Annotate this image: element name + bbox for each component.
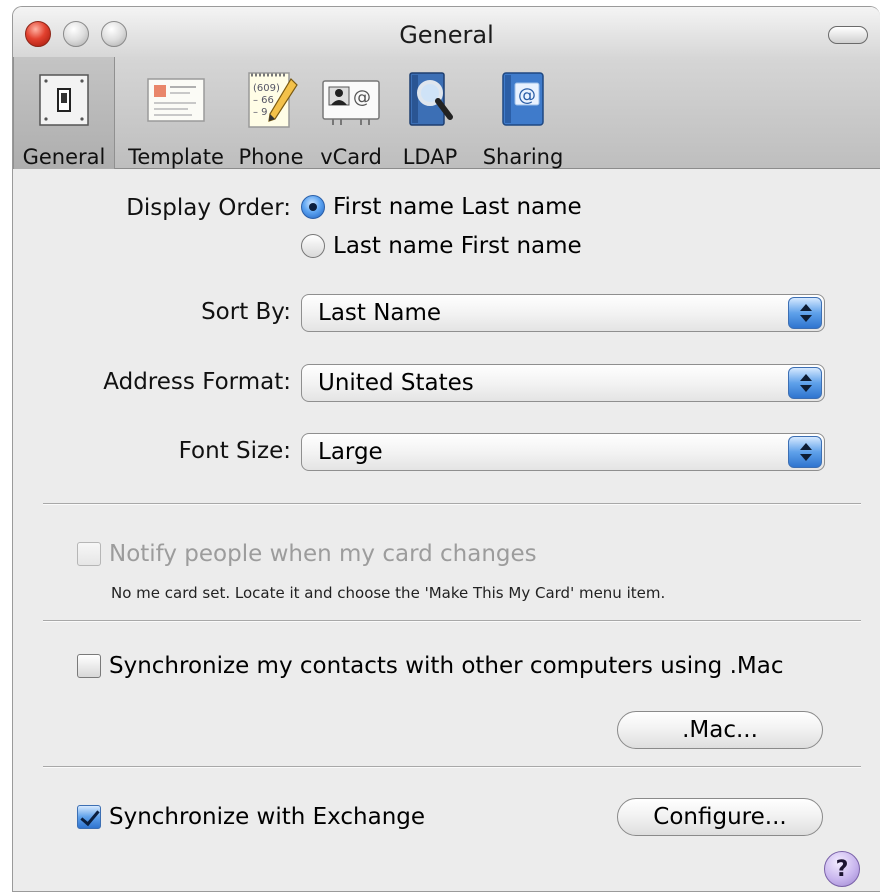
- svg-text:@: @: [353, 87, 371, 108]
- phone-notepad-icon: (609) – 66 – 9: [239, 69, 303, 133]
- svg-text:(609): (609): [253, 83, 280, 94]
- vcard-icon: @: [319, 69, 383, 133]
- radio-button-selected[interactable]: [301, 195, 325, 219]
- svg-text:@: @: [518, 85, 536, 106]
- tab-vcard[interactable]: @ vCard: [313, 57, 389, 169]
- sync-mac-label: Synchronize my contacts with other compu…: [109, 653, 784, 679]
- popup-arrows-icon: [788, 297, 822, 329]
- svg-text:– 66: – 66: [253, 95, 274, 106]
- address-format-popup[interactable]: United States: [301, 364, 825, 402]
- tab-label: Template: [128, 145, 224, 169]
- font-size-value: Large: [318, 439, 383, 465]
- radio-button[interactable]: [301, 234, 325, 258]
- sync-mac-checkbox[interactable]: [77, 654, 101, 678]
- general-preferences-pane: Display Order: First name Last name Last…: [13, 170, 880, 891]
- tab-sharing[interactable]: @ Sharing: [473, 57, 573, 169]
- notify-checkbox-row: Notify people when my card changes: [77, 541, 537, 567]
- radio-last-first[interactable]: Last name First name: [301, 233, 582, 259]
- sync-exchange-checkbox-row[interactable]: Synchronize with Exchange: [77, 804, 425, 830]
- address-format-value: United States: [318, 370, 474, 396]
- tab-label: LDAP: [402, 145, 458, 169]
- separator: [43, 503, 861, 505]
- mac-button[interactable]: .Mac...: [617, 711, 823, 749]
- title-bar: General: [13, 7, 880, 57]
- tab-template[interactable]: Template: [121, 57, 231, 169]
- tab-phone[interactable]: (609) – 66 – 9 Phone: [235, 57, 307, 169]
- font-size-popup[interactable]: Large: [301, 433, 825, 471]
- window-title: General: [399, 21, 494, 49]
- card-template-icon: [144, 69, 208, 133]
- sort-by-value: Last Name: [318, 300, 442, 326]
- address-format-label: Address Format:: [103, 369, 291, 395]
- sync-exchange-label: Synchronize with Exchange: [109, 804, 426, 830]
- tab-label: Phone: [238, 145, 304, 169]
- tab-ldap[interactable]: LDAP: [395, 57, 465, 169]
- separator: [43, 620, 861, 622]
- sort-by-popup[interactable]: Last Name: [301, 294, 825, 332]
- sharing-book-icon: @: [491, 69, 555, 133]
- notify-checkbox: [77, 542, 101, 566]
- tab-label: vCard: [320, 145, 382, 169]
- sync-exchange-checkbox[interactable]: [77, 805, 101, 829]
- tab-label: Sharing: [482, 145, 564, 169]
- popup-arrows-icon: [788, 367, 822, 399]
- font-size-label: Font Size:: [178, 438, 291, 464]
- no-me-card-hint: No me card set. Locate it and choose the…: [111, 584, 666, 602]
- preferences-window: General General Template (609) – 66 – 9 …: [12, 6, 880, 892]
- notify-label: Notify people when my card changes: [109, 541, 537, 567]
- radio-label: First name Last name: [333, 194, 582, 220]
- ldap-magnifier-icon: [398, 69, 462, 133]
- switch-icon: [32, 69, 96, 133]
- tab-general[interactable]: General: [13, 57, 115, 169]
- tab-label: General: [22, 145, 106, 169]
- preferences-toolbar: General Template (609) – 66 – 9 Phone @ …: [13, 57, 880, 169]
- help-button[interactable]: ?: [824, 851, 860, 887]
- toolbar-toggle-button[interactable]: [828, 26, 868, 44]
- sort-by-label: Sort By:: [201, 299, 291, 325]
- popup-arrows-icon: [788, 436, 822, 468]
- separator: [43, 766, 861, 768]
- sync-mac-checkbox-row[interactable]: Synchronize my contacts with other compu…: [77, 653, 783, 679]
- radio-label: Last name First name: [333, 233, 582, 259]
- svg-text:– 9: – 9: [253, 107, 268, 118]
- display-order-label: Display Order:: [126, 195, 291, 221]
- radio-first-last[interactable]: First name Last name: [301, 194, 582, 220]
- configure-button[interactable]: Configure...: [617, 798, 823, 836]
